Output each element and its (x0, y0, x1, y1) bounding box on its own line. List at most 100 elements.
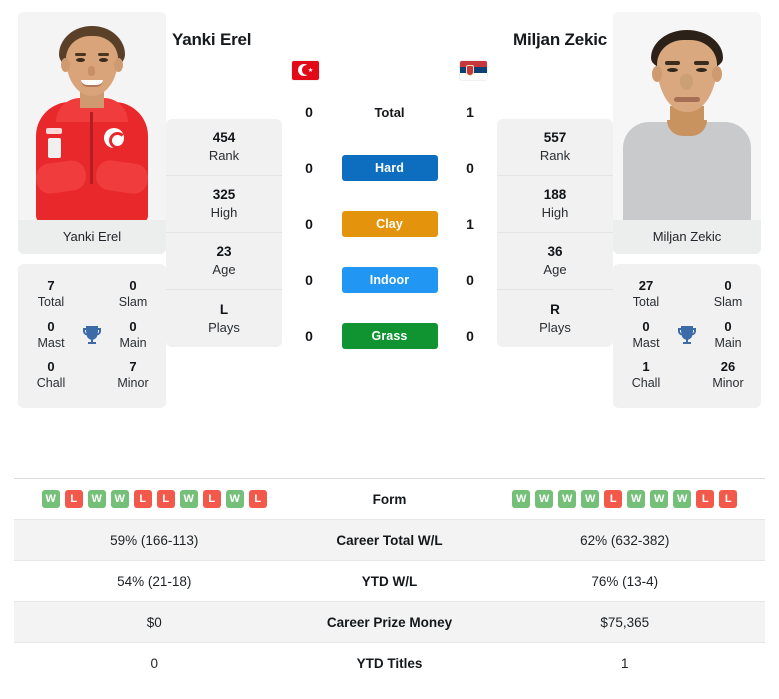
right-stat-rank: 557 Rank (497, 119, 613, 176)
career-total-label: Total (632, 295, 660, 310)
form-badge-win: W (627, 490, 646, 508)
career-total-right: 27 Total (623, 278, 669, 311)
career-row-total-slam: 7 Total 0 Slam (24, 274, 160, 315)
table-row-form: WLWWLLWLWL Form WWWWLWWWLL (14, 478, 765, 519)
left-rank-value: 454 (212, 130, 236, 146)
form-badge-win: W (179, 490, 198, 508)
left-plays-label: Plays (208, 319, 240, 335)
career-mast-value: 0 (642, 318, 650, 334)
surface-label-grass[interactable]: Grass (341, 323, 438, 349)
surface-label-clay[interactable]: Clay (341, 211, 438, 237)
right-age-value: 36 (547, 244, 563, 260)
left-player-photo-card[interactable]: Yanki Erel (18, 12, 166, 254)
career-mast-value: 0 (47, 318, 55, 334)
right-high-value: 188 (543, 187, 567, 203)
career-mast-left: 0 Mast (28, 319, 74, 352)
trophy-icon (78, 323, 106, 347)
row-label-ytd-titles: YTD Titles (356, 655, 423, 671)
player-names-row: Yanki Erel Miljan Zekic (166, 12, 613, 50)
career-main-right: 0 Main (705, 319, 751, 352)
left-form-badges: WLWWLLWLWL (14, 490, 295, 508)
surface-row-total: 0 Total 1 (286, 84, 493, 140)
right-rank-value: 557 (543, 130, 567, 146)
career-row-chall-minor: 0 Chall 7 Minor (24, 355, 160, 396)
left-age-value: 23 (216, 244, 232, 260)
right-player-photo-card[interactable]: Miljan Zekic (613, 12, 761, 254)
left-career-total-wl: 59% (166-113) (110, 532, 199, 548)
table-row-ytd-wl: 54% (21-18) YTD W/L 76% (13-4) (14, 560, 765, 601)
career-slam-left: 0 Slam (110, 278, 156, 311)
left-age-label: Age (212, 262, 236, 277)
right-hard-count: 0 (466, 160, 474, 176)
row-label-career-prize-money: Career Prize Money (326, 614, 453, 630)
right-grass-count: 0 (466, 328, 474, 344)
career-mast-label: Mast (37, 335, 65, 350)
career-row-mast-main: 0 Mast 0 Main (24, 315, 160, 356)
surface-row-hard: 0 Hard 0 (286, 140, 493, 196)
surface-label-indoor[interactable]: Indoor (341, 267, 438, 293)
career-minor-value: 26 (720, 359, 736, 374)
form-badge-win: W (225, 490, 244, 508)
career-row-total-slam: 27 Total 0 Slam (619, 274, 755, 315)
form-badge-loss: L (156, 490, 175, 508)
career-minor-label: Minor (117, 376, 149, 391)
table-row-career-total-wl: 59% (166-113) Career Total W/L 62% (632-… (14, 519, 765, 560)
table-row-career-prize-money: $0 Career Prize Money $75,365 (14, 601, 765, 642)
right-player-photo-caption: Miljan Zekic (613, 220, 761, 254)
career-total-value: 27 (638, 278, 654, 293)
row-label-career-total-wl: Career Total W/L (336, 532, 443, 548)
flags-row (286, 56, 493, 84)
right-form-badges: WWWWLWWWLL (485, 490, 766, 508)
comparison-header: Yanki Erel 7 Total 0 Slam 0 Mast 0 Main … (0, 0, 779, 478)
form-badge-win: W (110, 490, 129, 508)
left-plays-value: L (219, 301, 229, 317)
career-slam-value: 0 (129, 278, 137, 293)
form-badge-win: W (512, 490, 531, 508)
player-portrait-illustration (18, 12, 166, 220)
career-chall-label: Chall (631, 376, 661, 391)
career-chall-right: 1 Chall (623, 359, 669, 392)
right-player-photo (613, 12, 761, 220)
career-minor-left: 7 Minor (110, 359, 156, 392)
player-comparison-page: Yanki Erel 7 Total 0 Slam 0 Mast 0 Main … (0, 0, 779, 699)
left-clay-count: 0 (305, 216, 313, 232)
career-main-label: Main (714, 335, 742, 350)
surface-label-hard[interactable]: Hard (341, 155, 438, 181)
left-stat-high: 325 High (166, 176, 282, 233)
right-player-column: Miljan Zekic 27 Total 0 Slam 0 Mast 0 Ma… (613, 12, 761, 408)
career-total-value: 7 (47, 278, 55, 293)
form-badge-loss: L (64, 490, 83, 508)
right-stat-high: 188 High (497, 176, 613, 233)
career-main-left: 0 Main (110, 319, 156, 352)
right-player-name[interactable]: Miljan Zekic (513, 30, 607, 50)
left-ytd-wl: 54% (21-18) (117, 573, 192, 589)
left-form-cell: WLWWLLWLWL (14, 490, 295, 508)
left-player-name[interactable]: Yanki Erel (172, 30, 251, 50)
right-form-cell: WWWWLWWWLL (485, 490, 766, 508)
career-slam-label: Slam (118, 295, 148, 310)
career-slam-right: 0 Slam (705, 278, 751, 311)
career-minor-label: Minor (712, 376, 744, 391)
right-rank-label: Rank (539, 148, 571, 163)
form-badge-loss: L (133, 490, 152, 508)
left-rank-label: Rank (208, 148, 240, 163)
right-stat-age: 36 Age (497, 233, 613, 290)
career-main-value: 0 (129, 318, 137, 334)
left-stat-plays: L Plays (166, 290, 282, 347)
form-badge-win: W (87, 490, 106, 508)
turkey-flag-icon (292, 60, 319, 80)
right-high-label: High (541, 205, 569, 220)
form-badge-loss: L (696, 490, 715, 508)
row-label-form: Form (372, 491, 407, 507)
left-player-photo-caption: Yanki Erel (18, 220, 166, 254)
left-career-prize-money: $0 (146, 614, 162, 630)
surface-row-grass: 0 Grass 0 (286, 308, 493, 364)
career-chall-label: Chall (36, 376, 66, 391)
right-clay-count: 1 (466, 216, 474, 232)
right-indoor-count: 0 (466, 272, 474, 288)
form-badge-win: W (41, 490, 60, 508)
surface-comparison-column: 0 Total 1 0 Hard 0 0 Clay 1 0 Indoor 0 0… (282, 56, 497, 364)
table-row-ytd-titles: 0 YTD Titles 1 (14, 642, 765, 683)
career-row-mast-main: 0 Mast 0 Main (619, 315, 755, 356)
career-main-value: 0 (724, 318, 732, 334)
